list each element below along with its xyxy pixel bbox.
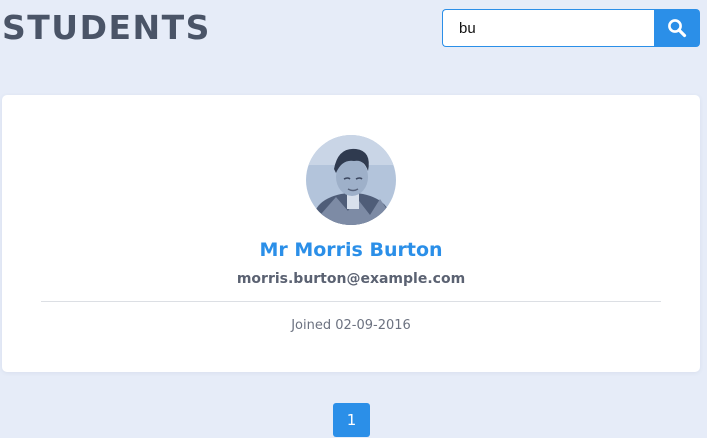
pagination-page-1[interactable]: 1 [333, 403, 370, 437]
search-icon [668, 19, 687, 38]
student-email: morris.burton@example.com [236, 271, 466, 287]
joined-date: Joined 02-09-2016 [291, 318, 411, 333]
search-button[interactable] [654, 9, 700, 47]
divider [41, 301, 661, 302]
avatar [306, 135, 396, 225]
student-name[interactable]: Mr Morris Burton [2, 239, 700, 261]
page-title: STUDENTS [2, 8, 211, 47]
student-card: Mr Morris Burton morris.burton@example.c… [2, 95, 700, 372]
search-input[interactable] [442, 9, 654, 47]
search-bar [442, 9, 700, 47]
